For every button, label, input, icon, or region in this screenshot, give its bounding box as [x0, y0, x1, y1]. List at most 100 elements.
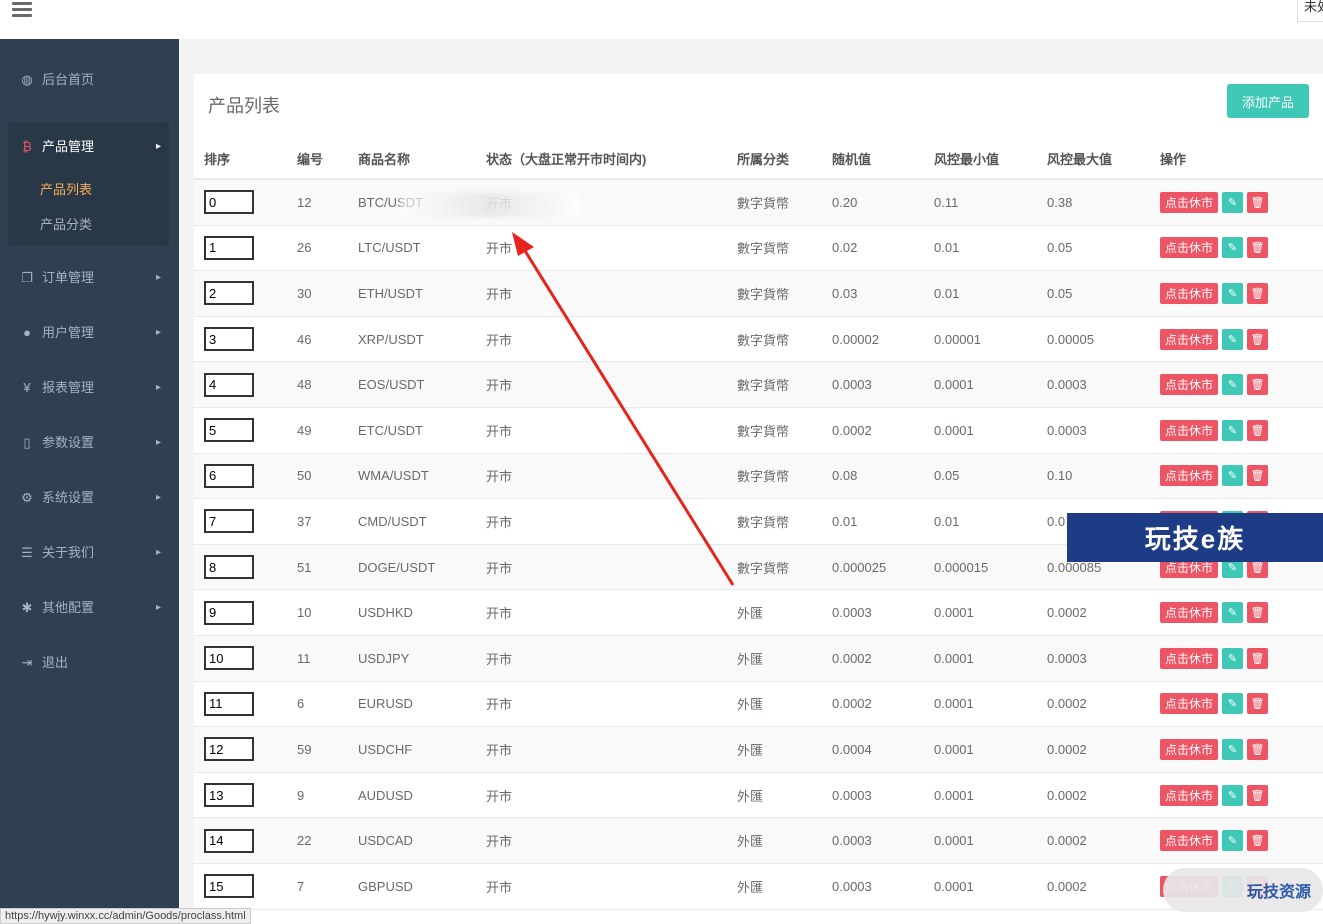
edit-icon[interactable]: ✎ [1222, 328, 1244, 350]
chevron-right-icon: ▸ [155, 492, 161, 503]
sidebar-item-label: 系统设置 [42, 490, 95, 505]
sort-order-input[interactable] [204, 463, 254, 488]
sort-order-input[interactable] [204, 555, 254, 580]
trash-icon[interactable]: 🗑 [1247, 328, 1269, 350]
sidebar-subitem-0[interactable]: 产品列表 [8, 172, 169, 207]
product-id: 9 [297, 787, 305, 803]
close-market-button[interactable]: 点击休市 [1160, 465, 1219, 487]
sort-cell [204, 226, 254, 271]
edit-icon[interactable]: ✎ [1222, 465, 1244, 487]
edit-icon[interactable]: ✎ [1222, 602, 1244, 624]
product-name: AUDUSD [358, 787, 413, 803]
sort-cell [204, 545, 254, 590]
user-menu[interactable]: 未处 [1297, 0, 1323, 22]
edit-icon[interactable]: ✎ [1222, 830, 1244, 852]
trash-icon[interactable]: 🗑 [1247, 738, 1269, 760]
gear-icon: ✱ [21, 600, 33, 615]
product-status: 开市 [486, 469, 513, 485]
sidebar-item-6[interactable]: ⚙ 系统设置 ▸ [0, 470, 179, 525]
close-market-button[interactable]: 点击休市 [1160, 282, 1219, 304]
close-market-button[interactable]: 点击休市 [1160, 328, 1219, 350]
trash-icon[interactable]: 🗑 [1247, 602, 1269, 624]
product-status: 开市 [486, 332, 513, 348]
sort-order-input[interactable] [204, 646, 254, 671]
sidebar-item-5[interactable]: ▯ 参数设置 ▸ [0, 415, 179, 470]
header-name[interactable]: 商品名称 [358, 141, 410, 178]
product-name: XRP/USDT [358, 331, 424, 347]
close-market-button[interactable]: 点击休市 [1160, 602, 1219, 624]
trash-icon[interactable]: 🗑 [1247, 465, 1269, 487]
close-market-button[interactable]: 点击休市 [1160, 693, 1219, 715]
edit-icon[interactable]: ✎ [1222, 693, 1244, 715]
sort-order-input[interactable] [204, 372, 254, 397]
product-category: 數字貨幣 [737, 286, 790, 302]
close-market-button[interactable]: 点击休市 [1160, 784, 1219, 806]
sort-order-input[interactable] [204, 509, 254, 534]
edit-icon[interactable]: ✎ [1222, 738, 1244, 760]
edit-icon[interactable]: ✎ [1222, 647, 1244, 669]
close-market-button[interactable]: 点击休市 [1160, 374, 1219, 396]
sidebar-item-2[interactable]: ❐ 订单管理 ▸ [0, 250, 179, 305]
risk-max-value: 0.0002 [1047, 605, 1087, 621]
header-sort[interactable]: 排序 [204, 141, 230, 178]
trash-icon[interactable]: 🗑 [1247, 693, 1269, 715]
edit-icon[interactable]: ✎ [1222, 282, 1244, 304]
header-status[interactable]: 状态（大盘正常开市时间内) [486, 141, 646, 178]
add-product-button[interactable]: 添加产品 [1227, 84, 1309, 118]
sort-order-input[interactable] [204, 828, 254, 853]
trash-icon[interactable]: 🗑 [1247, 374, 1269, 396]
sort-cell [204, 454, 254, 499]
product-name: GBPUSD [358, 878, 413, 894]
trash-icon[interactable]: 🗑 [1247, 191, 1269, 213]
dashboard-icon: ◍ [21, 72, 33, 87]
sidebar-item-3[interactable]: ● 用户管理 ▸ [0, 305, 179, 360]
sort-cell [204, 271, 254, 316]
trash-icon[interactable]: 🗑 [1247, 282, 1269, 304]
sort-order-input[interactable] [204, 600, 254, 625]
close-market-button[interactable]: 点击休市 [1160, 237, 1219, 259]
sort-order-input[interactable] [204, 190, 254, 215]
sort-order-input[interactable] [204, 235, 254, 260]
header-risk-max[interactable]: 风控最大值 [1047, 141, 1112, 178]
header-risk-min[interactable]: 风控最小值 [934, 141, 999, 178]
close-market-button[interactable]: 点击休市 [1160, 191, 1219, 213]
header-category[interactable]: 所属分类 [737, 141, 789, 178]
sort-order-input[interactable] [204, 691, 254, 716]
sidebar-item-4[interactable]: ¥ 报表管理 ▸ [0, 360, 179, 415]
edit-icon[interactable]: ✎ [1222, 784, 1244, 806]
trash-icon[interactable]: 🗑 [1247, 830, 1269, 852]
sidebar-item-1[interactable]: ₿ 产品管理 ▸ [8, 122, 169, 172]
close-market-button[interactable]: 点击休市 [1160, 738, 1219, 760]
sidebar-item-8[interactable]: ✱ 其他配置 ▸ [0, 580, 179, 635]
close-market-button[interactable]: 点击休市 [1160, 830, 1219, 852]
sort-cell [204, 499, 254, 544]
table-row: 9 AUDUSD 开市 外匯 0.0003 0.0001 0.0002 点击休市✎🗑 [194, 773, 1323, 819]
trash-icon[interactable]: 🗑 [1247, 419, 1269, 441]
sort-order-input[interactable] [204, 418, 254, 443]
menu-toggle-icon[interactable] [12, 2, 32, 18]
edit-icon[interactable]: ✎ [1222, 191, 1244, 213]
product-category: 數字貨幣 [737, 514, 790, 530]
sort-order-input[interactable] [204, 783, 254, 808]
edit-icon[interactable]: ✎ [1222, 237, 1244, 259]
sidebar-subitem-1[interactable]: 产品分类 [8, 207, 169, 242]
sort-order-input[interactable] [204, 737, 254, 762]
sidebar-item-7[interactable]: ☰ 关于我们 ▸ [0, 525, 179, 580]
sort-order-input[interactable] [204, 281, 254, 306]
edit-icon[interactable]: ✎ [1222, 419, 1244, 441]
trash-icon[interactable]: 🗑 [1247, 237, 1269, 259]
edit-icon[interactable]: ✎ [1222, 374, 1244, 396]
close-market-button[interactable]: 点击休市 [1160, 647, 1219, 669]
sidebar-item-9[interactable]: ⇥ 退出 [0, 635, 179, 690]
header-random[interactable]: 随机值 [832, 141, 871, 178]
trash-icon[interactable]: 🗑 [1247, 647, 1269, 669]
close-market-button[interactable]: 点击休市 [1160, 419, 1219, 441]
sort-order-input[interactable] [204, 874, 254, 899]
sidebar-item-0[interactable]: ◍ 后台首页 [0, 52, 179, 107]
trash-icon[interactable]: 🗑 [1247, 784, 1269, 806]
table-row: 59 USDCHF 开市 外匯 0.0004 0.0001 0.0002 点击休市✎🗑 [194, 727, 1323, 773]
sort-order-input[interactable] [204, 327, 254, 352]
header-id[interactable]: 编号 [297, 141, 323, 178]
product-id: 10 [297, 605, 312, 621]
product-status: 开市 [486, 514, 513, 530]
